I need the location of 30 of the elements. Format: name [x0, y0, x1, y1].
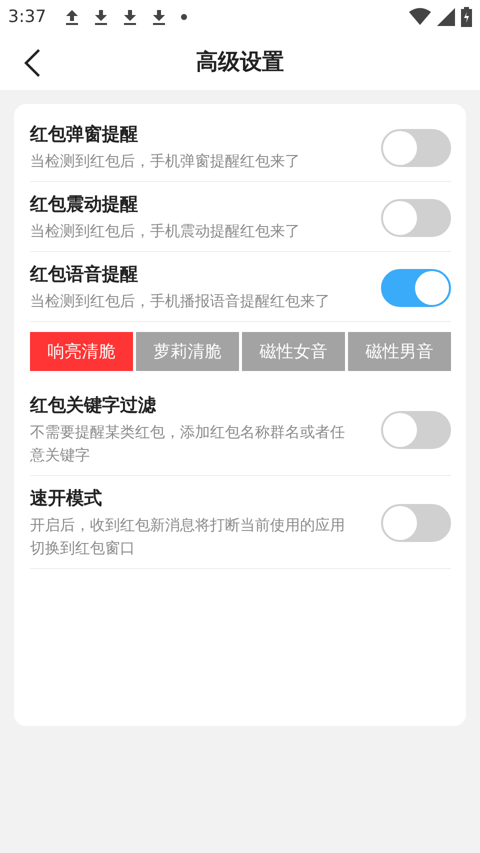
voice-option[interactable]: 萝莉清脆 [136, 332, 239, 371]
setting-title: 红包关键字过滤 [30, 394, 157, 417]
setting-description: 当检测到红包后，手机震动提醒红包来了 [30, 221, 301, 242]
toggle-switch[interactable] [381, 268, 451, 306]
download-icon [94, 9, 108, 25]
toggle-switch[interactable] [381, 128, 451, 166]
page-title: 高级设置 [196, 48, 284, 77]
voice-option[interactable]: 磁性女音 [242, 332, 345, 371]
download-icon [152, 9, 166, 25]
battery-icon [461, 7, 472, 27]
setting-title: 红包弹窗提醒 [30, 123, 139, 146]
setting-title: 速开模式 [30, 487, 103, 510]
dot-icon [181, 14, 188, 20]
setting-title: 红包语音提醒 [30, 263, 139, 286]
wifi-icon [409, 8, 431, 26]
setting-description: 开启后，收到红包新消息将打断当前使用的应用切换到红包窗口 [30, 515, 346, 559]
toggle-switch[interactable] [381, 198, 451, 236]
toggle-switch[interactable] [381, 411, 451, 449]
signal-icon [437, 8, 455, 26]
status-time: 3:37 [8, 7, 46, 27]
toggle-switch[interactable] [381, 504, 451, 542]
download-icon [123, 9, 138, 25]
setting-description: 当检测到红包后，手机播报语音提醒红包来了 [30, 291, 331, 312]
setting-description: 不需要提醒某类红包，添加红包名称群名或者任意关键字 [30, 422, 346, 466]
voice-option[interactable]: 磁性男音 [348, 332, 451, 371]
setting-description: 当检测到红包后，手机弹窗提醒红包来了 [30, 151, 301, 172]
voice-option[interactable]: 响亮清脆 [30, 332, 133, 371]
upload-icon [65, 9, 80, 25]
back-icon[interactable] [22, 48, 42, 78]
setting-title: 红包震动提醒 [30, 193, 139, 216]
